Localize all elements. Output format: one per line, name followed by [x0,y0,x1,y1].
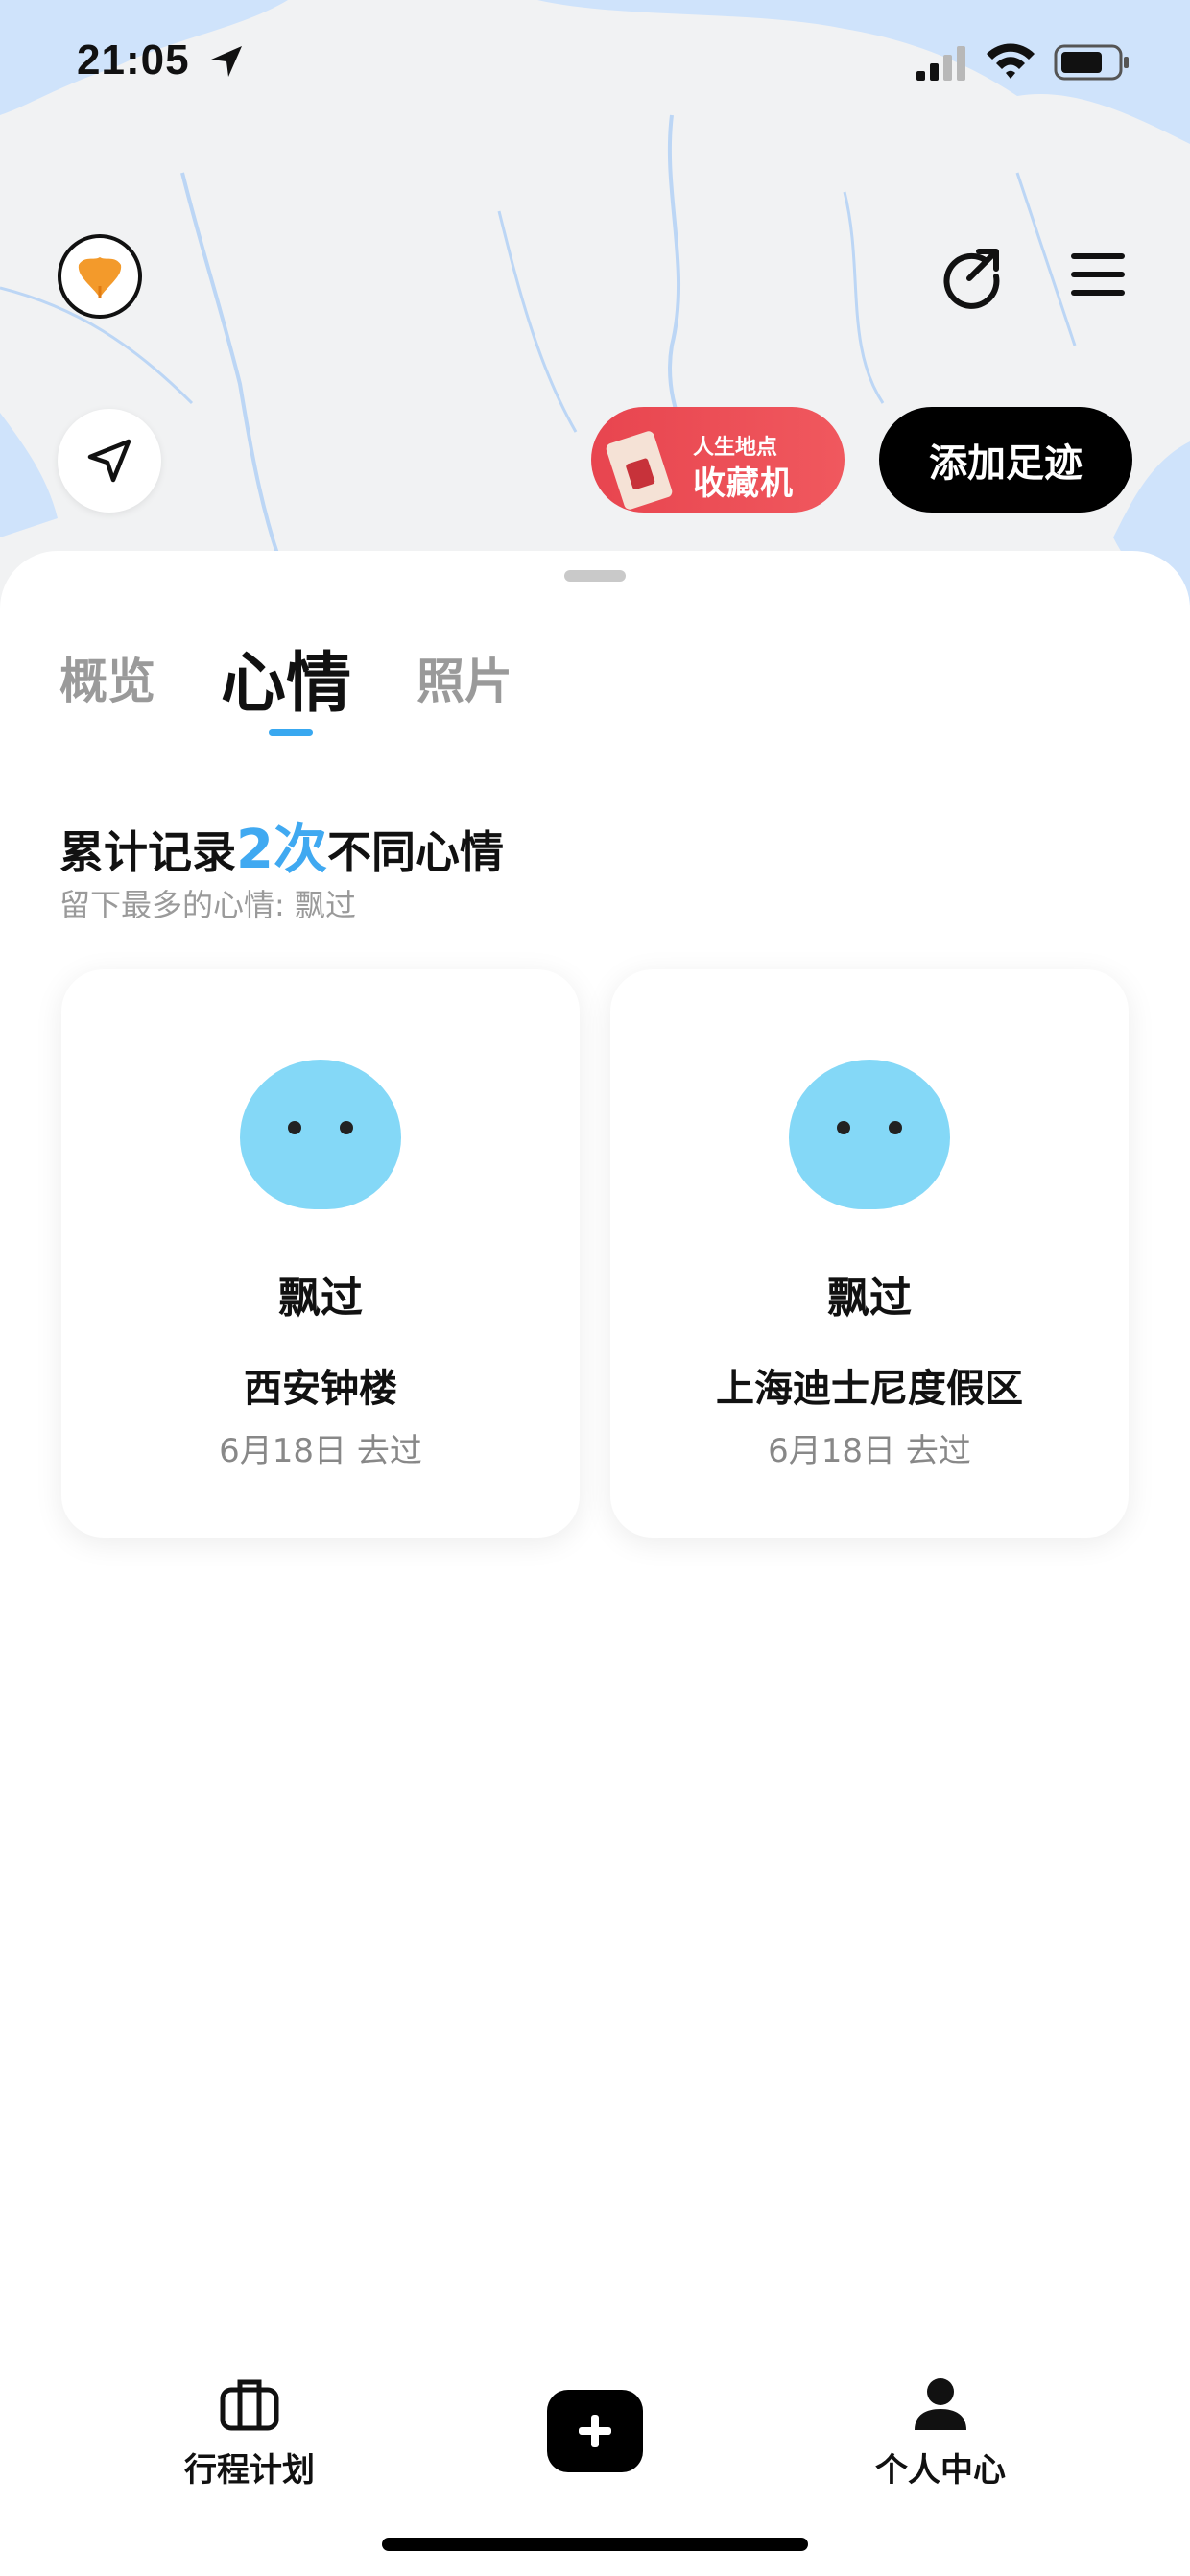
visit-date: 6月18日 去过 [219,1432,422,1470]
status-bar: 21:05 [0,0,1190,125]
share-icon[interactable] [937,242,1006,311]
luggage-icon [220,2379,279,2431]
mood-card[interactable]: 飘过 上海迪士尼度假区 6月18日 去过 [610,969,1129,1538]
mood-summary: 累计记录2次不同心情 [60,806,504,884]
home-indicator [382,2538,808,2551]
visit-date: 6月18日 去过 [768,1432,971,1470]
menu-icon[interactable] [1071,251,1125,298]
eye [837,1121,850,1134]
summary-count: 2次 [236,819,327,881]
add-footprint-button[interactable]: 添加足迹 [879,407,1132,513]
summary-suffix: 不同心情 [326,826,504,878]
tab-overview[interactable]: 概览 [60,643,155,712]
navigate-icon [87,439,131,483]
status-time: 21:05 [77,36,190,83]
tab-mood[interactable]: 心情 [221,630,351,725]
nav-trip-plan-label: 行程计划 [184,2451,315,2490]
ginkgo-logo-icon [78,257,122,298]
add-button[interactable] [547,2390,643,2472]
mood-name: 飘过 [278,1274,363,1323]
person-icon [915,2378,966,2430]
battery-icon [1054,44,1129,81]
mood-name: 飘过 [827,1274,912,1323]
wifi-icon [987,43,1035,79]
nav-personal-center[interactable]: 个人中心 [854,2376,1027,2491]
mood-face-icon [240,1060,401,1209]
plus-icon [579,2415,611,2447]
most-mood-text: 留下最多的心情: 飘过 [60,887,356,923]
bottom-sheet: 概览 心情 照片 累计记录2次不同心情 留下最多的心情: 飘过 飘过 西安钟楼 … [0,551,1190,2576]
eye [889,1121,902,1134]
mood-face-icon [789,1060,950,1209]
promo-line2: 收藏机 [693,465,794,503]
eye [288,1121,301,1134]
signal-icon [916,46,965,81]
location-arrow-icon [211,46,242,77]
place-name: 上海迪士尼度假区 [716,1367,1023,1411]
promo-collector-button[interactable]: 人生地点 收藏机 [591,407,845,513]
nav-personal-center-label: 个人中心 [875,2451,1006,2490]
active-tab-indicator [269,729,313,736]
promo-card-image [605,429,674,512]
place-name: 西安钟楼 [244,1367,397,1411]
summary-prefix: 累计记录 [60,826,236,878]
locate-me-button[interactable] [58,409,161,513]
nav-trip-plan[interactable]: 行程计划 [163,2376,336,2491]
eye [340,1121,353,1134]
tab-photos[interactable]: 照片 [416,643,512,712]
app-logo-button[interactable] [58,234,142,319]
sheet-handle[interactable] [564,570,626,582]
mood-card[interactable]: 飘过 西安钟楼 6月18日 去过 [61,969,580,1538]
